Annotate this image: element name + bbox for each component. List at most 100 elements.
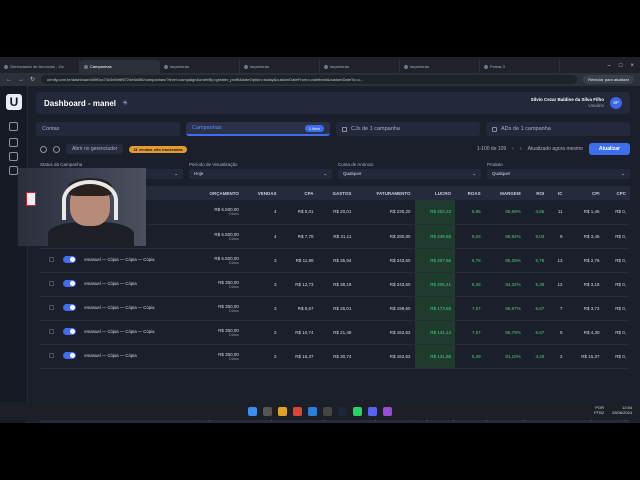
cell-gastos: R$ 26,01	[333, 305, 352, 311]
premiere-icon[interactable]	[383, 406, 392, 416]
campaign-name[interactable]: emanuel — Cópia — Cópia — Cópia	[80, 320, 190, 344]
minimize-icon[interactable]: –	[608, 63, 611, 69]
sort-icon[interactable]	[53, 145, 60, 153]
tab-campanhas[interactable]: Campanhas 1 Item	[186, 122, 330, 136]
campaigns-icon[interactable]	[9, 138, 18, 147]
cell-cpa: R$ 10,74	[295, 329, 314, 335]
campaign-name[interactable]: emanuel — Cópia — Cópia — Cópia	[80, 248, 190, 272]
filter-account[interactable]: Conta de Anúncio Qualquer ⌄	[338, 162, 481, 182]
tab-contas[interactable]: Contas	[36, 122, 180, 136]
cell-margem: 85,25%	[505, 257, 521, 263]
reload-icon[interactable]: ↻	[30, 76, 35, 83]
dashboard-icon[interactable]	[9, 122, 18, 131]
cell-roi: 8,03	[535, 233, 545, 239]
row-checkbox[interactable]	[49, 305, 55, 310]
row-checkbox[interactable]	[49, 281, 55, 286]
cell-vendas: 2	[274, 329, 277, 335]
forward-icon[interactable]: →	[18, 77, 24, 83]
avatar[interactable]: SF	[610, 97, 622, 109]
checkbox-icon[interactable]	[342, 126, 347, 132]
steam-icon[interactable]	[338, 406, 347, 416]
cell-budget[interactable]: R$ 350,00 Diário	[190, 296, 243, 320]
cell-lucro: R$ 205,41	[414, 272, 456, 296]
column-header[interactable]: CPA	[280, 186, 318, 200]
row-checkbox[interactable]	[49, 329, 55, 334]
row-select-cell	[40, 296, 58, 320]
browser-tab-3[interactable]: lorperiorao	[240, 60, 320, 73]
maximize-icon[interactable]: □	[619, 63, 623, 69]
prev-page-icon[interactable]: ‹	[512, 146, 514, 152]
clock[interactable]: 12:54 25/06/2024	[612, 405, 632, 415]
chrome-icon[interactable]	[293, 406, 302, 416]
whatsapp-icon[interactable]	[353, 406, 362, 416]
row-checkbox[interactable]	[49, 257, 55, 262]
browser-update-button[interactable]: Reiniciar para atualizar	[583, 75, 634, 84]
browser-tab-5[interactable]: lorperiorao	[400, 60, 480, 73]
selected-count-chip[interactable]: 1 Item	[304, 124, 324, 132]
browser-tab-1[interactable]: Campanhas	[80, 60, 160, 73]
tab-cjs[interactable]: CJs de 1 campanha	[336, 122, 480, 136]
browser-tab-2[interactable]: lorperiorao	[160, 60, 240, 73]
cell-budget[interactable]: R$ 6.500,00 Diário	[190, 248, 243, 272]
tab-ads[interactable]: ADs de 1 campanha	[486, 122, 630, 136]
start-icon[interactable]	[248, 406, 257, 416]
checkbox-icon[interactable]	[492, 126, 497, 132]
tab-label: CJs de 1 campanha	[351, 126, 400, 132]
status-toggle[interactable]	[63, 280, 77, 287]
campaign-name[interactable]: emanuel — Cópia — Cópia	[80, 272, 190, 296]
integrations-icon[interactable]	[9, 166, 18, 175]
next-page-icon[interactable]: ›	[520, 146, 522, 152]
url-input[interactable]: utmify.com.br/dashboard/d9f0cc73c5e5e6f6…	[41, 75, 578, 84]
column-header[interactable]: VENDAS	[242, 186, 281, 200]
column-header[interactable]: MARGEM	[484, 186, 525, 200]
column-header[interactable]: CPC	[603, 186, 630, 200]
cell-budget[interactable]: R$ 350,00 Diário	[190, 344, 243, 368]
row-checkbox[interactable]	[49, 353, 55, 358]
status-toggle[interactable]	[63, 304, 77, 311]
cell-roi: 5,38	[535, 281, 545, 287]
chevron-down-icon: ⌄	[472, 171, 476, 176]
refresh-button[interactable]: Atualizar	[588, 143, 630, 155]
cell-budget[interactable]: R$ 350,00 Diário	[190, 272, 243, 296]
cell-cpa: R$ 8,67	[297, 305, 314, 311]
column-header[interactable]: FATURAMENTO	[355, 186, 415, 200]
cell-budget[interactable]: R$ 350,00 Diário	[190, 320, 243, 344]
language-indicator[interactable]: POR PTB2	[594, 405, 604, 415]
columns-settings-icon[interactable]	[40, 145, 47, 153]
browser-tab-6[interactable]: Portas 3	[480, 60, 560, 73]
column-header[interactable]: ROI	[524, 186, 549, 200]
cell-fat: R$ 280,80	[389, 233, 411, 239]
open-in-manager-select[interactable]: Abrir no gerenciador	[66, 144, 124, 154]
user-info[interactable]: Silvio Cezar Baldine da Silva Filho Usuá…	[531, 97, 604, 109]
filter-period[interactable]: Período de Visualização Hoje ⌄	[189, 162, 332, 182]
close-icon[interactable]: ×	[630, 63, 634, 69]
campaign-name[interactable]: emanuel — Cópia — Cópia — Cópia	[80, 296, 190, 320]
cell-budget[interactable]: R$ 6.500,00 Diário	[190, 224, 243, 248]
column-header[interactable]: LUCRO	[414, 186, 456, 200]
column-header[interactable]: ORÇAMENTO	[190, 186, 243, 200]
filter-product[interactable]: Produto Qualquer ⌄	[487, 162, 630, 182]
file-explorer-icon[interactable]	[278, 406, 287, 416]
column-header[interactable]: GASTOS	[317, 186, 356, 200]
status-toggle[interactable]	[63, 328, 77, 335]
cell-roas: 6,78	[471, 257, 481, 263]
theme-toggle-icon[interactable]: ☀	[122, 99, 128, 107]
status-toggle[interactable]	[63, 256, 77, 263]
status-toggle[interactable]	[63, 352, 77, 359]
browser-tab-0[interactable]: Gerenciador de Anúncios - Ge	[0, 60, 80, 73]
level-tabs: Contas Campanhas 1 Item CJs de 1 campanha…	[36, 122, 630, 136]
app-icon[interactable]	[323, 406, 332, 416]
edge-icon[interactable]	[308, 406, 317, 416]
untracked-sales-badge[interactable]: 31 vendas não trackeadas	[129, 145, 187, 153]
column-header[interactable]: IC	[548, 186, 567, 200]
users-icon[interactable]	[9, 152, 18, 161]
browser-tab-4[interactable]: lorperiorao	[320, 60, 400, 73]
column-header[interactable]: ROAS	[455, 186, 485, 200]
back-icon[interactable]: ←	[6, 77, 12, 83]
column-header[interactable]: CPI	[566, 186, 604, 200]
app-logo[interactable]: U	[6, 94, 22, 110]
discord-icon[interactable]	[368, 406, 377, 416]
search-icon[interactable]	[263, 406, 272, 416]
cell-budget[interactable]: R$ 6.500,00 Diário	[190, 200, 243, 224]
campaign-name[interactable]: emanuel — Cópia — Cópia	[80, 344, 190, 368]
